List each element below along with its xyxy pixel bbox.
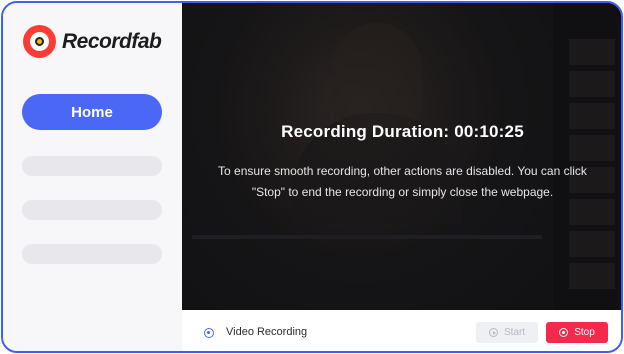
footer-bar: Video Recording Start Stop (182, 310, 621, 351)
recording-overlay (182, 3, 621, 310)
nav-item-disabled-3 (22, 244, 162, 264)
stop-button[interactable]: Stop (546, 322, 608, 343)
app-name: Recordfab (62, 29, 162, 53)
app-logo: Recordfab (23, 25, 162, 58)
recording-duration: Recording Duration: 00:10:25 (281, 122, 524, 141)
video-recording-label: Video Recording (226, 326, 308, 338)
nav-home-button[interactable]: Home (22, 94, 162, 130)
video-preview: Recording Duration: 00:10:25 To ensure s… (182, 3, 621, 310)
start-button: Start (476, 322, 538, 343)
recording-message: To ensure smooth recording, other action… (218, 164, 587, 199)
nav-item-disabled-2 (22, 200, 162, 220)
recordfab-logo-icon (23, 25, 56, 58)
stop-label: Stop (574, 327, 595, 338)
start-label: Start (503, 327, 526, 338)
video-recording-radio-icon[interactable] (204, 328, 214, 338)
stop-icon (559, 328, 569, 337)
app-window: Recordfab Home Recording Duration: 00:10… (1, 1, 623, 353)
play-icon (488, 328, 498, 337)
nav-item-disabled-1 (22, 156, 162, 176)
sidebar: Recordfab Home (3, 3, 182, 351)
